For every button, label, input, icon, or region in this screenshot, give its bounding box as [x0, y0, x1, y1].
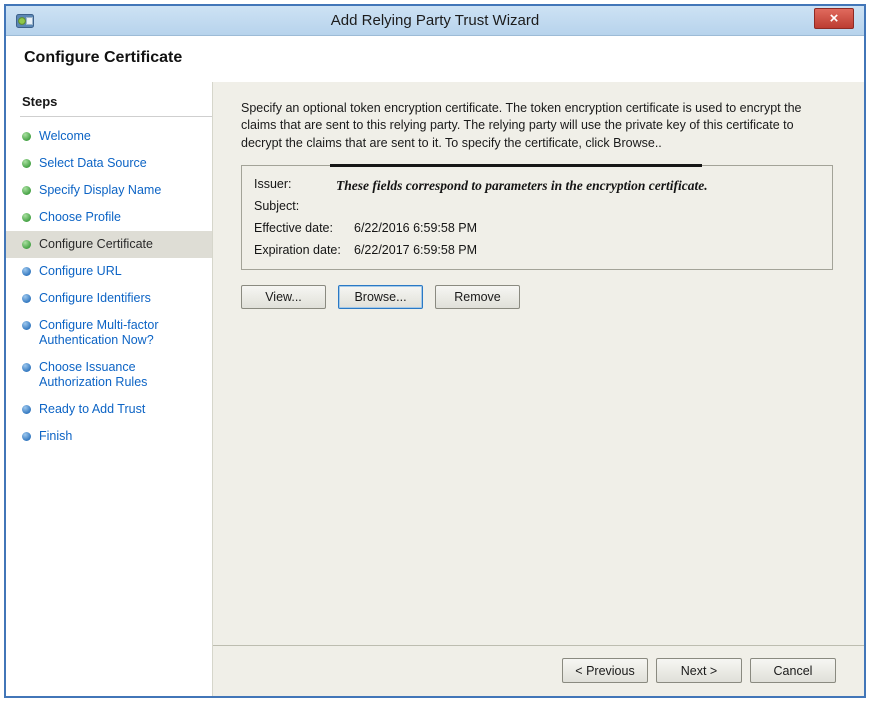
redaction-mark	[330, 164, 702, 167]
step-pending-icon	[22, 432, 31, 441]
sidebar-item-configure-identifiers: Configure Identifiers	[6, 285, 212, 312]
cancel-button[interactable]: Cancel	[750, 658, 836, 683]
next-button[interactable]: Next >	[656, 658, 742, 683]
browse-button[interactable]: Browse...	[338, 285, 423, 309]
step-done-icon	[22, 132, 31, 141]
effective-date-value: 6/22/2016 6:59:58 PM	[354, 221, 820, 235]
sidebar-item-finish: Finish	[6, 423, 212, 450]
sidebar-item-configure-certificate: Configure Certificate	[6, 231, 212, 258]
sidebar-item-specify-display-name: Specify Display Name	[6, 177, 212, 204]
step-pending-icon	[22, 267, 31, 276]
main-panel: Specify an optional token encryption cer…	[212, 82, 864, 696]
wizard-window: Add Relying Party Trust Wizard × Configu…	[4, 4, 866, 698]
step-pending-icon	[22, 294, 31, 303]
step-pending-icon	[22, 405, 31, 414]
step-done-icon	[22, 186, 31, 195]
steps-heading: Steps	[20, 92, 212, 117]
sidebar-item-choose-profile: Choose Profile	[6, 204, 212, 231]
close-button[interactable]: ×	[814, 8, 854, 29]
effective-date-row: Effective date: 6/22/2016 6:59:58 PM	[254, 217, 820, 239]
footer-bar: < Previous Next > Cancel	[213, 645, 864, 696]
view-button[interactable]: View...	[241, 285, 326, 309]
titlebar: Add Relying Party Trust Wizard ×	[6, 6, 864, 36]
expiration-date-label: Expiration date:	[254, 243, 354, 257]
instruction-text: Specify an optional token encryption cer…	[241, 100, 833, 152]
annotation-note: These fields correspond to parameters in…	[336, 178, 708, 194]
previous-button[interactable]: < Previous	[562, 658, 648, 683]
step-pending-icon	[22, 363, 31, 372]
sidebar-item-ready-to-add-trust: Ready to Add Trust	[6, 396, 212, 423]
step-done-icon	[22, 159, 31, 168]
sidebar-item-configure-url: Configure URL	[6, 258, 212, 285]
expiration-date-row: Expiration date: 6/22/2017 6:59:58 PM	[254, 239, 820, 261]
effective-date-label: Effective date:	[254, 221, 354, 235]
certificate-actions: View... Browse... Remove	[241, 285, 864, 309]
window-title: Add Relying Party Trust Wizard	[6, 12, 864, 29]
page-header: Configure Certificate	[6, 36, 864, 82]
step-done-icon	[22, 213, 31, 222]
subject-row: Subject:	[254, 195, 820, 217]
remove-button[interactable]: Remove	[435, 285, 520, 309]
certificate-details-box: These fields correspond to parameters in…	[241, 165, 833, 270]
steps-sidebar: Steps Welcome Select Data Source Specify…	[6, 82, 212, 696]
step-pending-icon	[22, 321, 31, 330]
sidebar-item-welcome: Welcome	[6, 123, 212, 150]
page-title: Configure Certificate	[24, 49, 864, 67]
subject-label: Subject:	[254, 199, 354, 213]
step-done-icon	[22, 240, 31, 249]
sidebar-item-choose-issuance-rules: Choose Issuance Authorization Rules	[6, 354, 212, 396]
steps-list: Welcome Select Data Source Specify Displ…	[6, 117, 212, 450]
expiration-date-value: 6/22/2017 6:59:58 PM	[354, 243, 820, 257]
sidebar-item-configure-multi-factor: Configure Multi-factor Authentication No…	[6, 312, 212, 354]
sidebar-item-select-data-source: Select Data Source	[6, 150, 212, 177]
